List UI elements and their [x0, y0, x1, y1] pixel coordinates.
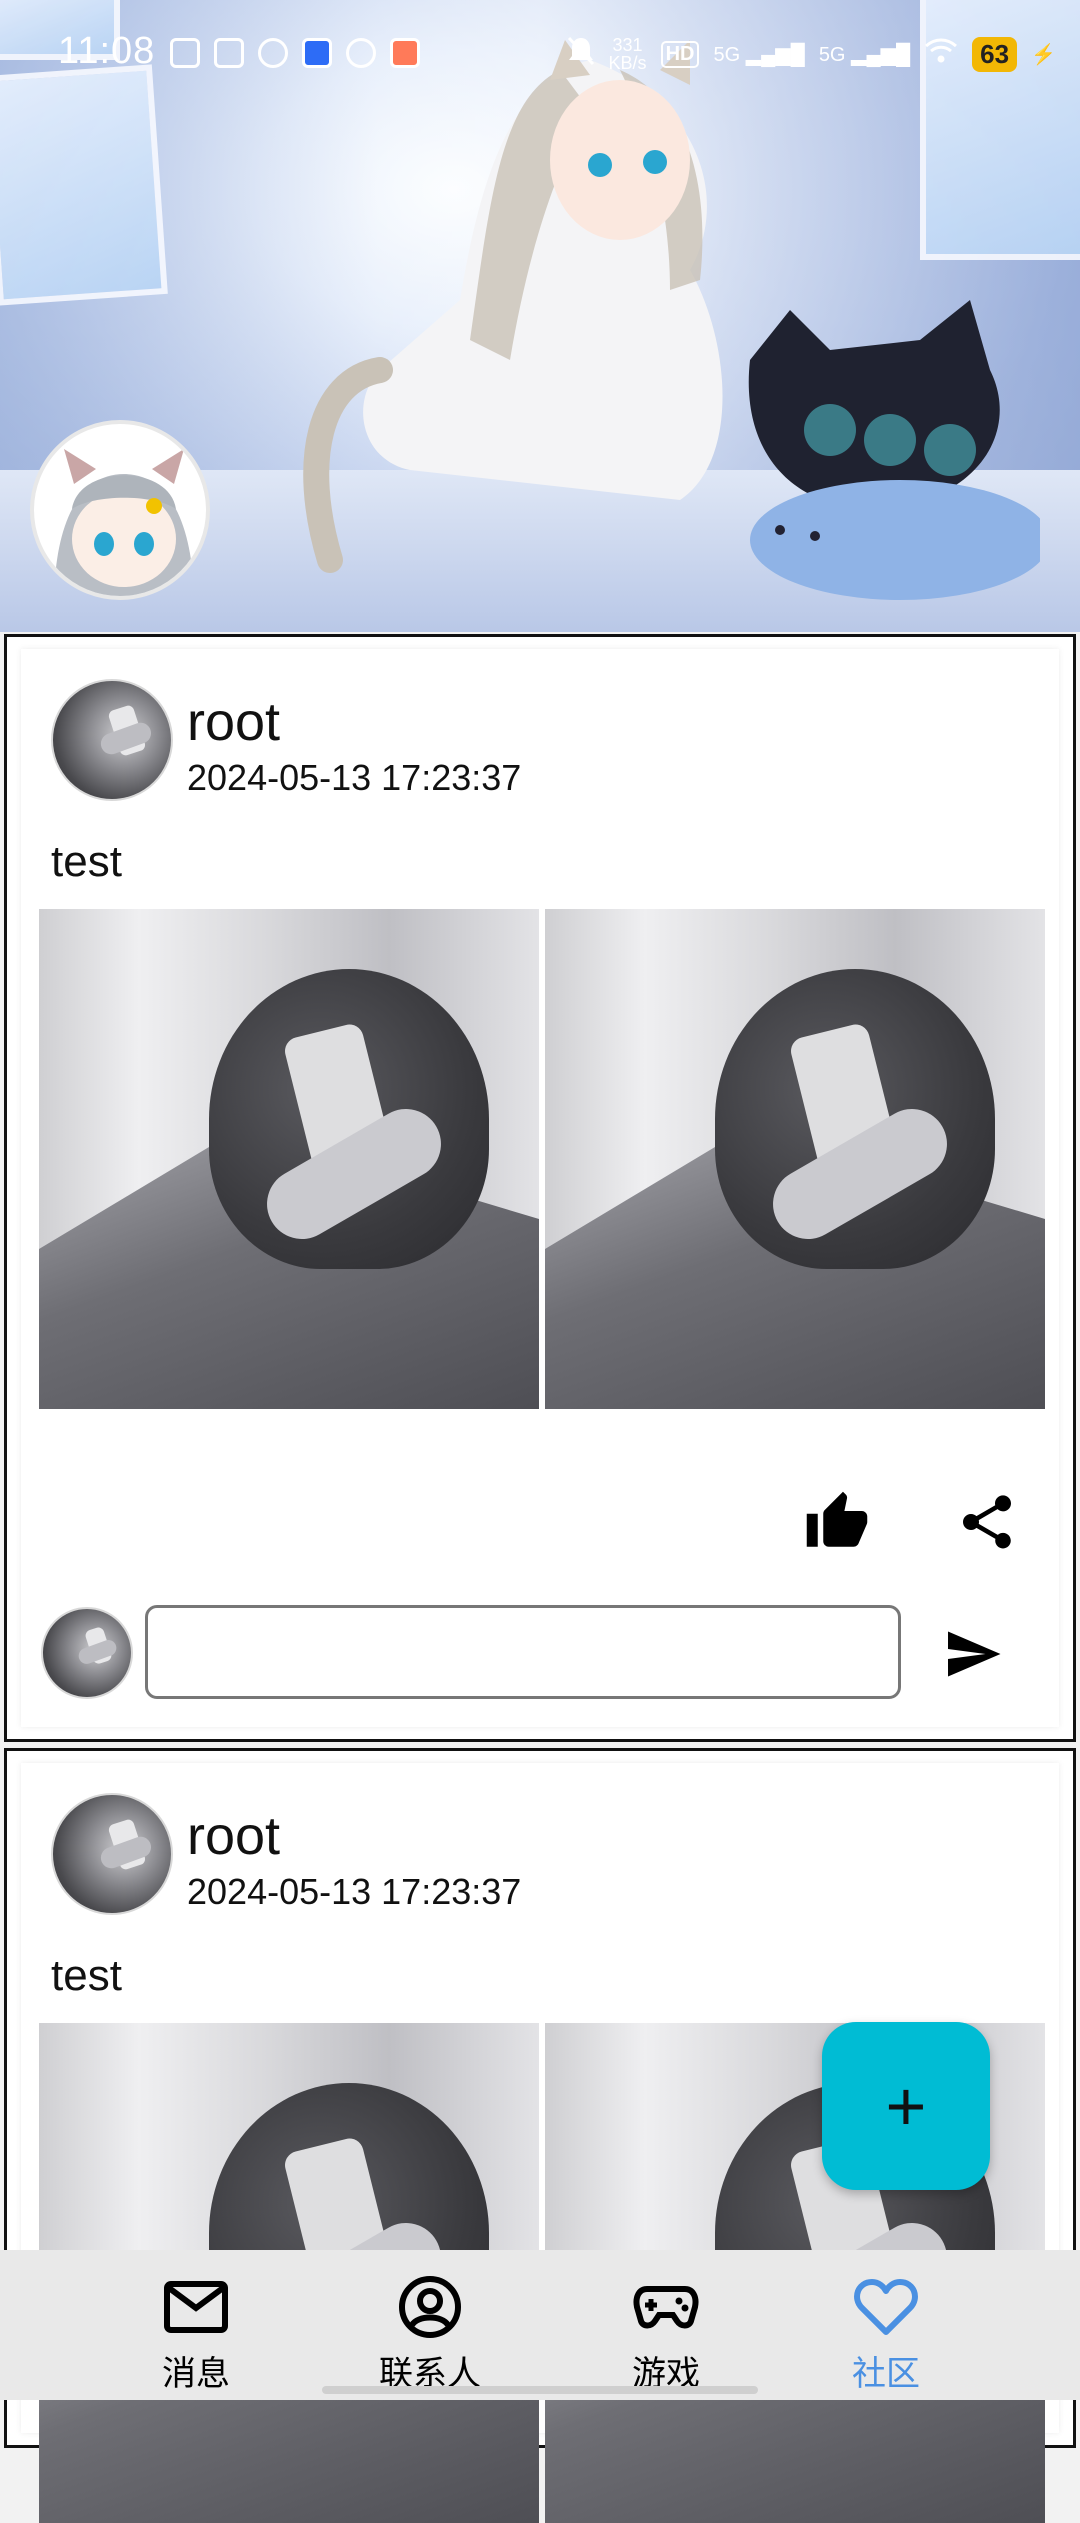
nav-community[interactable]: 社区 [786, 2250, 986, 2400]
tiktok-icon [170, 38, 200, 68]
heart-icon [854, 2272, 918, 2342]
comment-input[interactable] [145, 1605, 901, 1699]
post-author-avatar[interactable] [51, 679, 173, 801]
share-icon [963, 1495, 1011, 1549]
bottom-navigation: 消息 联系人 游戏 社区 [0, 2250, 1080, 2400]
app-icon [258, 38, 288, 68]
post-image[interactable] [545, 909, 1045, 1409]
nav-contacts[interactable]: 联系人 [330, 2250, 530, 2400]
app-icon [390, 38, 420, 68]
wifi-icon [924, 37, 958, 71]
post-username[interactable]: root [187, 691, 280, 753]
header-banner: 11:08 331 KB/s HD 5G ▂▄▆█ 5G ▂▄▆█ 63 ⚡ [0, 0, 1080, 632]
post-text: test [51, 837, 122, 886]
hd-badge: HD [660, 40, 700, 68]
gamepad-icon [633, 2272, 699, 2342]
post-card: root 2024-05-13 17:23:37 test [4, 634, 1076, 1742]
status-bar: 11:08 331 KB/s HD 5G ▂▄▆█ 5G ▂▄▆█ 63 ⚡ [0, 0, 1080, 110]
app-icon [302, 38, 332, 68]
post-datetime: 2024-05-13 17:23:37 [187, 757, 522, 798]
nav-label: 社区 [852, 2354, 920, 2394]
weibo-icon [346, 38, 376, 68]
banner-plush [748, 300, 1040, 600]
signal-5g-1: 5G ▂▄▆█ [713, 43, 805, 66]
app-icon [214, 38, 244, 68]
nav-messages[interactable]: 消息 [96, 2250, 296, 2400]
post-text: test [51, 1951, 122, 2000]
mail-icon [163, 2272, 229, 2342]
net-speed: 331 KB/s [608, 35, 647, 73]
plus-icon: + [885, 2067, 927, 2145]
post-datetime: 2024-05-13 17:23:37 [187, 1871, 522, 1912]
battery-level: 63 [972, 36, 1018, 72]
home-indicator[interactable] [322, 2386, 758, 2394]
charging-icon: ⚡ [1031, 43, 1056, 66]
send-comment-button[interactable] [931, 1612, 1015, 1696]
profile-avatar[interactable] [30, 420, 210, 600]
post-author-avatar[interactable] [51, 1793, 173, 1915]
share-button[interactable] [947, 1482, 1027, 1562]
nav-label: 消息 [162, 2354, 230, 2394]
account-circle-icon [398, 2272, 462, 2342]
status-time: 11:08 [58, 30, 156, 72]
comment-user-avatar [41, 1607, 133, 1699]
post-username[interactable]: root [187, 1805, 280, 1867]
nav-games[interactable]: 游戏 [566, 2250, 766, 2400]
mute-bell-icon [567, 36, 595, 72]
post-image[interactable] [39, 909, 539, 1409]
signal-5g-2: 5G ▂▄▆█ [818, 43, 911, 66]
notification-icons [170, 38, 420, 68]
send-icon [948, 1631, 1001, 1677]
like-button[interactable] [797, 1482, 877, 1562]
create-post-button[interactable]: + [822, 2022, 990, 2190]
thumb-up-icon [806, 1491, 868, 1547]
